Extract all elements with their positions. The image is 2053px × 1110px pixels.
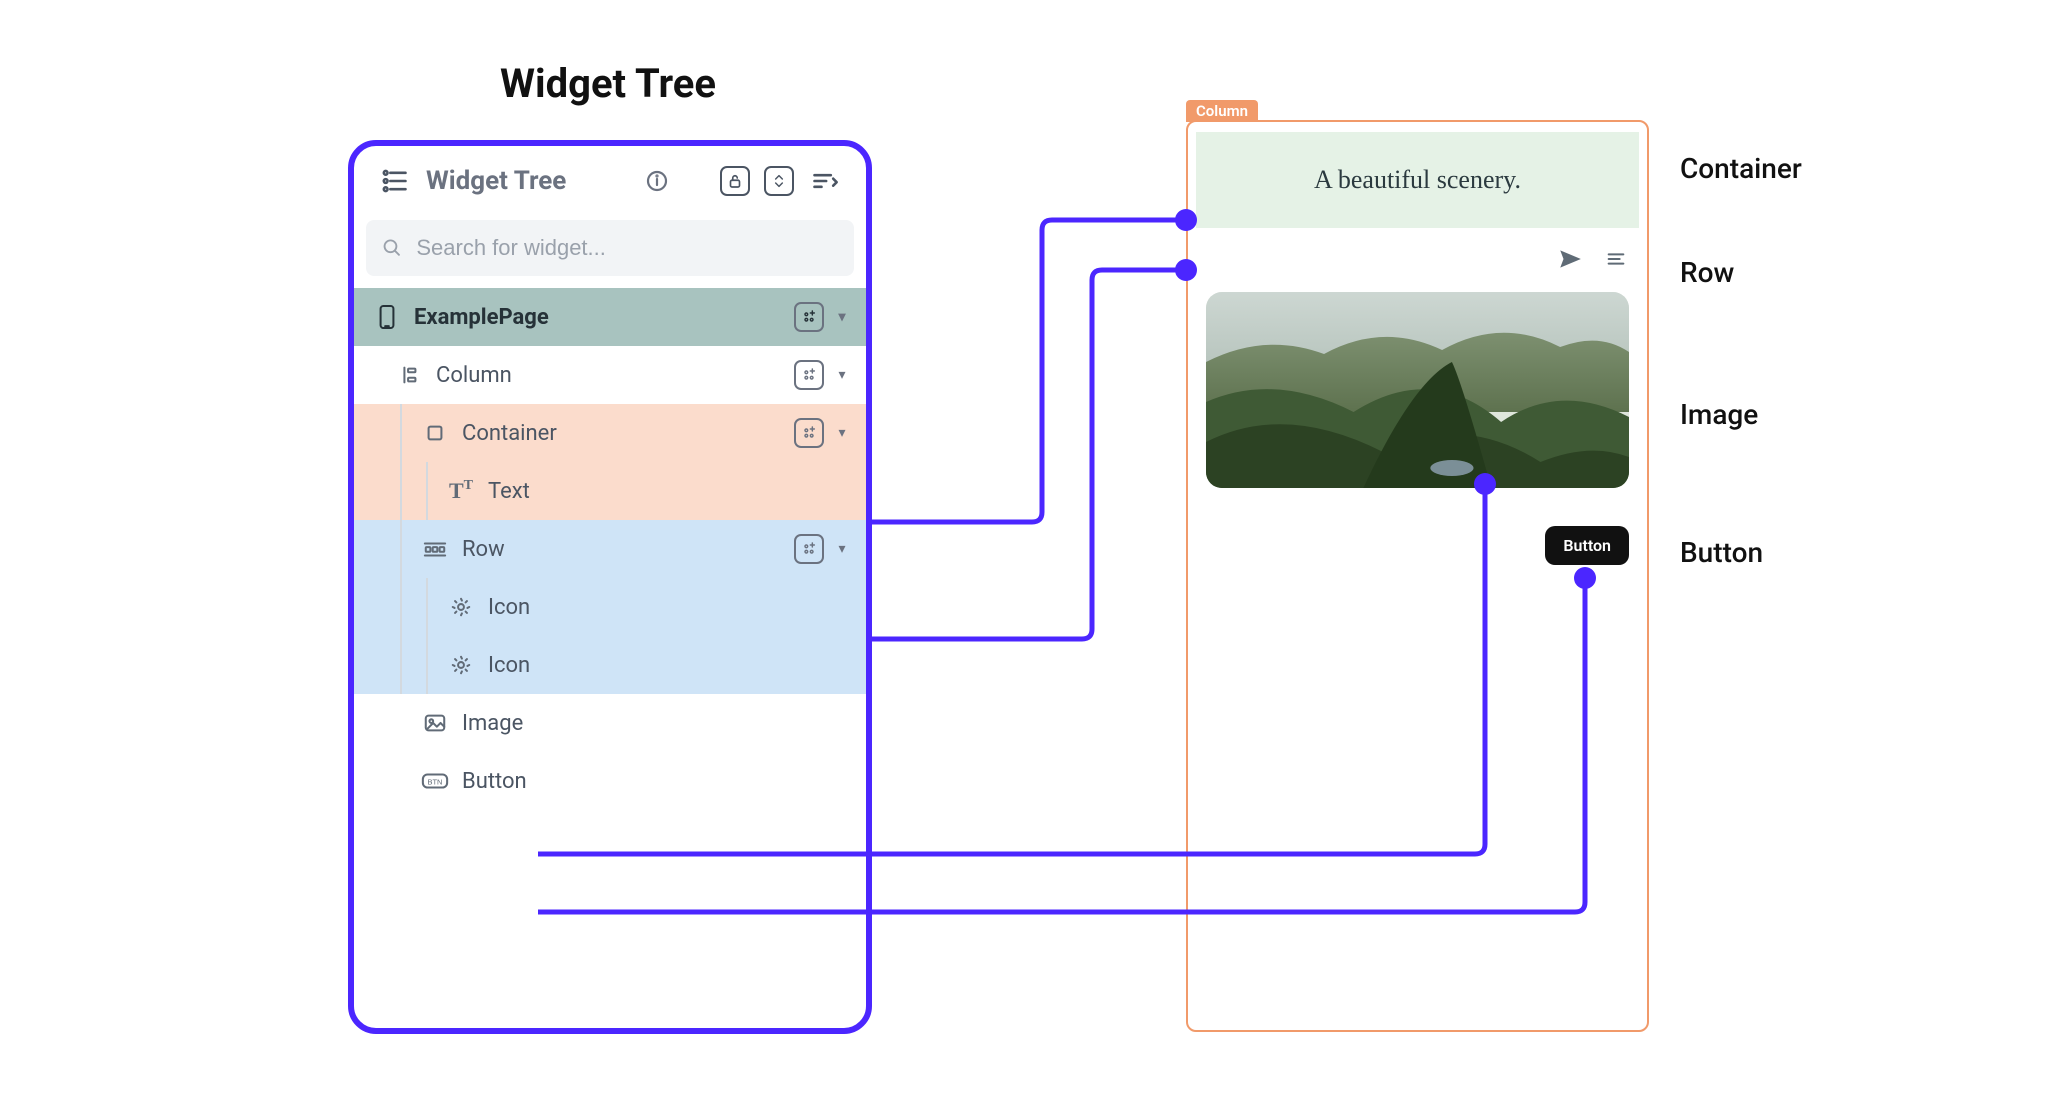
tree-item-button[interactable]: BTN Button (354, 752, 866, 810)
chevron-down-icon[interactable]: ▾ (834, 541, 850, 557)
svg-text:BTN: BTN (428, 778, 443, 787)
widget-tree-list: ExamplePage ▾ Column ▾ (354, 288, 866, 810)
widget-tree-header: Widget Tree (354, 146, 866, 210)
tree-item-label: Text (488, 479, 530, 504)
tree-item-icon[interactable]: Icon (354, 578, 866, 636)
add-child-button[interactable] (794, 418, 824, 448)
tree-list-icon (378, 164, 412, 198)
tree-item-label: Button (462, 769, 527, 794)
menu-lines-icon[interactable] (1605, 248, 1627, 274)
preview-column-tag: Column (1186, 100, 1258, 122)
gear-icon (446, 596, 476, 618)
preview-row (1188, 228, 1647, 282)
tree-item-label: Column (436, 363, 512, 388)
preview-button[interactable]: Button (1545, 526, 1629, 565)
search-icon (382, 237, 402, 259)
lock-open-button[interactable] (720, 166, 750, 196)
page-title: Widget Tree (500, 60, 716, 107)
sort-options-button[interactable] (808, 164, 842, 198)
container-icon (420, 422, 450, 444)
image-icon (420, 712, 450, 734)
page-icon (372, 304, 402, 330)
tree-item-label: Container (462, 421, 557, 446)
preview-container-text: A beautiful scenery. (1314, 165, 1521, 195)
tree-item-label: Icon (488, 595, 530, 620)
expand-collapse-button[interactable] (764, 166, 794, 196)
widget-search-input[interactable] (416, 235, 838, 261)
tree-item-label: Icon (488, 653, 530, 678)
tree-item-image[interactable]: Image (354, 694, 866, 752)
tree-item-row[interactable]: Row ▾ (354, 520, 866, 578)
row-icon (420, 539, 450, 559)
side-label-image: Image (1680, 398, 1758, 431)
preview-panel: Column A beautiful scenery. (1186, 120, 1649, 1032)
tree-item-column[interactable]: Column ▾ (354, 346, 866, 404)
widget-tree-panel: Widget Tree (348, 140, 872, 1034)
preview-image (1206, 292, 1629, 488)
tree-item-label: ExamplePage (414, 305, 549, 330)
side-label-row: Row (1680, 256, 1734, 289)
widget-tree-header-label: Widget Tree (426, 166, 566, 196)
text-icon: TT (446, 478, 476, 504)
chevron-down-icon[interactable]: ▾ (834, 367, 850, 383)
send-icon[interactable] (1557, 246, 1583, 276)
info-icon[interactable] (640, 164, 674, 198)
button-widget-icon: BTN (420, 771, 450, 791)
add-child-button[interactable] (794, 534, 824, 564)
tree-item-label: Image (462, 711, 523, 736)
widget-search[interactable] (366, 220, 854, 276)
tree-item-page[interactable]: ExamplePage ▾ (354, 288, 866, 346)
tree-item-text[interactable]: TT Text (354, 462, 866, 520)
tree-item-container[interactable]: Container ▾ (354, 404, 866, 462)
add-child-button[interactable] (794, 302, 824, 332)
gear-icon (446, 654, 476, 676)
preview-container: A beautiful scenery. (1196, 132, 1639, 228)
side-label-container: Container (1680, 152, 1802, 185)
column-icon (394, 364, 424, 386)
add-child-button[interactable] (794, 360, 824, 390)
side-label-button: Button (1680, 536, 1763, 569)
tree-item-icon[interactable]: Icon (354, 636, 866, 694)
chevron-down-icon[interactable]: ▾ (834, 425, 850, 441)
chevron-down-icon[interactable]: ▾ (834, 309, 850, 325)
tree-item-label: Row (462, 537, 505, 562)
